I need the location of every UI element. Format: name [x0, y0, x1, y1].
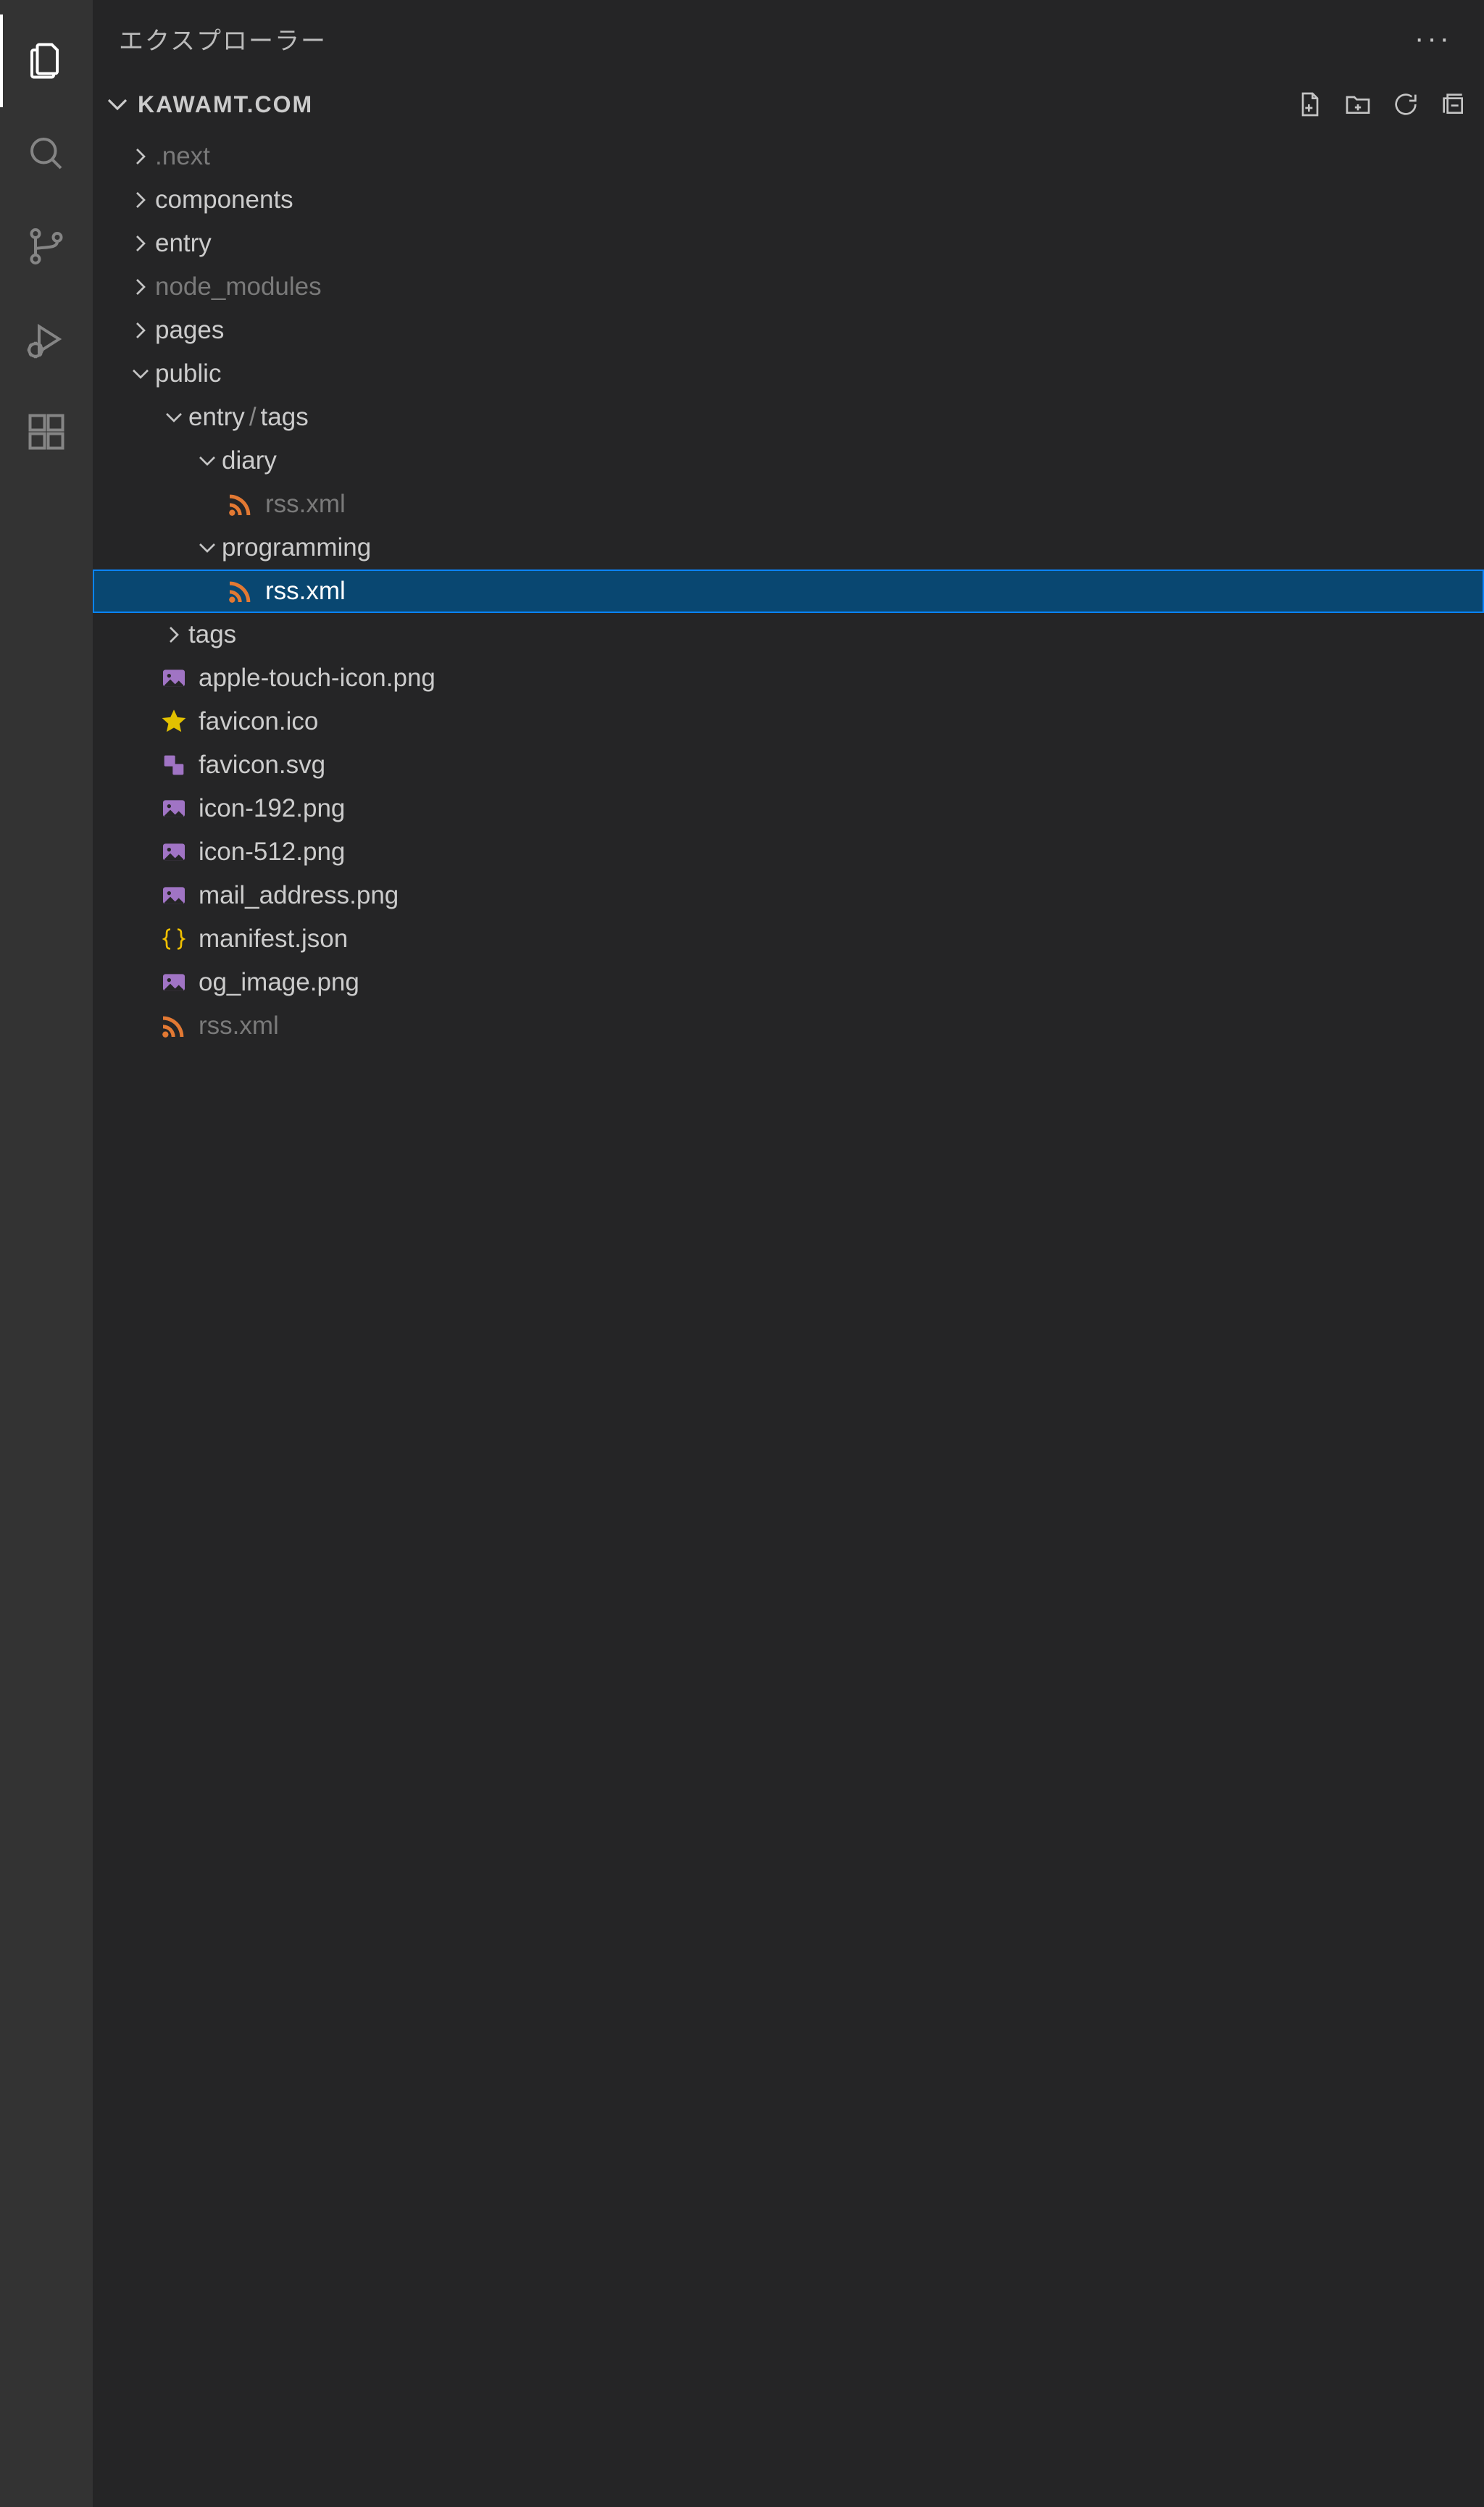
file-rss-xml-diary[interactable]: rss.xml — [93, 483, 1484, 526]
folder-programming[interactable]: programming — [93, 526, 1484, 570]
section-name: KAWAMT.COM — [138, 91, 1294, 118]
chevron-down-icon — [193, 533, 222, 562]
folder-label: node_modules — [155, 272, 322, 301]
file-label: apple-touch-icon.png — [199, 664, 435, 693]
file-label: rss.xml — [265, 490, 346, 519]
folder-node-modules[interactable]: node_modules — [93, 265, 1484, 309]
search-icon — [25, 132, 68, 175]
chevron-right-icon — [126, 185, 155, 214]
chevron-right-icon — [126, 316, 155, 345]
new-folder-button[interactable] — [1342, 88, 1374, 120]
folder-label: pages — [155, 316, 224, 345]
folder-next[interactable]: .next — [93, 135, 1484, 178]
file-label: favicon.svg — [199, 751, 325, 780]
path-separator: / — [249, 403, 257, 432]
folder-pages[interactable]: pages — [93, 309, 1484, 352]
file-og-image[interactable]: og_image.png — [93, 961, 1484, 1004]
file-label: icon-192.png — [199, 794, 345, 823]
branch-icon — [25, 225, 68, 268]
folder-label: entry — [188, 403, 245, 432]
image-icon — [159, 838, 188, 867]
activity-debug[interactable] — [0, 293, 93, 385]
extensions-icon — [25, 410, 68, 454]
activity-explorer[interactable] — [0, 14, 93, 107]
file-label: manifest.json — [199, 925, 348, 954]
chevron-down-icon — [100, 87, 135, 122]
activity-extensions[interactable] — [0, 385, 93, 478]
debug-icon — [25, 317, 68, 361]
explorer-sidebar: エクスプローラー ··· KAWAMT.COM .next — [93, 0, 1484, 2507]
image-icon — [159, 664, 188, 693]
star-icon — [159, 707, 188, 736]
file-apple-touch-icon[interactable]: apple-touch-icon.png — [93, 656, 1484, 700]
section-actions — [1294, 88, 1484, 120]
file-icon-512[interactable]: icon-512.png — [93, 830, 1484, 874]
rss-icon — [159, 1011, 188, 1040]
activity-bar — [0, 0, 93, 2507]
folder-label: tags — [261, 403, 309, 432]
refresh-button[interactable] — [1390, 88, 1422, 120]
file-label: favicon.ico — [199, 707, 318, 736]
image-icon — [159, 968, 188, 997]
file-icon-192[interactable]: icon-192.png — [93, 787, 1484, 830]
file-mail-address[interactable]: mail_address.png — [93, 874, 1484, 917]
collapse-all-button[interactable] — [1438, 88, 1470, 120]
file-label: icon-512.png — [199, 838, 345, 867]
folder-tags[interactable]: tags — [93, 613, 1484, 656]
folder-public[interactable]: public — [93, 352, 1484, 396]
file-favicon-ico[interactable]: favicon.ico — [93, 700, 1484, 743]
folder-label: components — [155, 185, 293, 214]
json-icon — [159, 925, 188, 954]
folder-label: .next — [155, 142, 210, 171]
section-header[interactable]: KAWAMT.COM — [93, 77, 1484, 132]
file-label: rss.xml — [199, 1011, 279, 1040]
folder-components[interactable]: components — [93, 178, 1484, 222]
chevron-right-icon — [126, 142, 155, 171]
folder-label: entry — [155, 229, 212, 258]
activity-source-control[interactable] — [0, 200, 93, 293]
svg-icon — [159, 751, 188, 780]
file-label: mail_address.png — [199, 881, 399, 910]
folder-entry[interactable]: entry — [93, 222, 1484, 265]
file-rss-xml-programming[interactable]: rss.xml — [93, 570, 1484, 613]
folder-label: diary — [222, 446, 277, 475]
folder-label: public — [155, 359, 221, 388]
folder-diary[interactable]: diary — [93, 439, 1484, 483]
chevron-down-icon — [193, 446, 222, 475]
folder-label: tags — [188, 620, 236, 649]
sidebar-title: エクスプローラー — [119, 21, 1414, 57]
chevron-right-icon — [159, 620, 188, 649]
file-label: rss.xml — [265, 577, 346, 606]
image-icon — [159, 881, 188, 910]
file-favicon-svg[interactable]: favicon.svg — [93, 743, 1484, 787]
files-icon — [25, 39, 68, 83]
file-tree: .next components entry node_modules page… — [93, 132, 1484, 2507]
file-manifest-json[interactable]: manifest.json — [93, 917, 1484, 961]
chevron-right-icon — [126, 229, 155, 258]
folder-entry-tags[interactable]: entry / tags — [93, 396, 1484, 439]
more-actions-button[interactable]: ··· — [1414, 22, 1458, 55]
rss-icon — [226, 577, 255, 606]
folder-label: programming — [222, 533, 371, 562]
new-file-button[interactable] — [1294, 88, 1326, 120]
file-rss-xml-public[interactable]: rss.xml — [93, 1004, 1484, 1048]
chevron-down-icon — [159, 403, 188, 432]
image-icon — [159, 794, 188, 823]
rss-icon — [226, 490, 255, 519]
sidebar-header: エクスプローラー ··· — [93, 0, 1484, 77]
chevron-right-icon — [126, 272, 155, 301]
file-label: og_image.png — [199, 968, 359, 997]
chevron-down-icon — [126, 359, 155, 388]
activity-search[interactable] — [0, 107, 93, 200]
